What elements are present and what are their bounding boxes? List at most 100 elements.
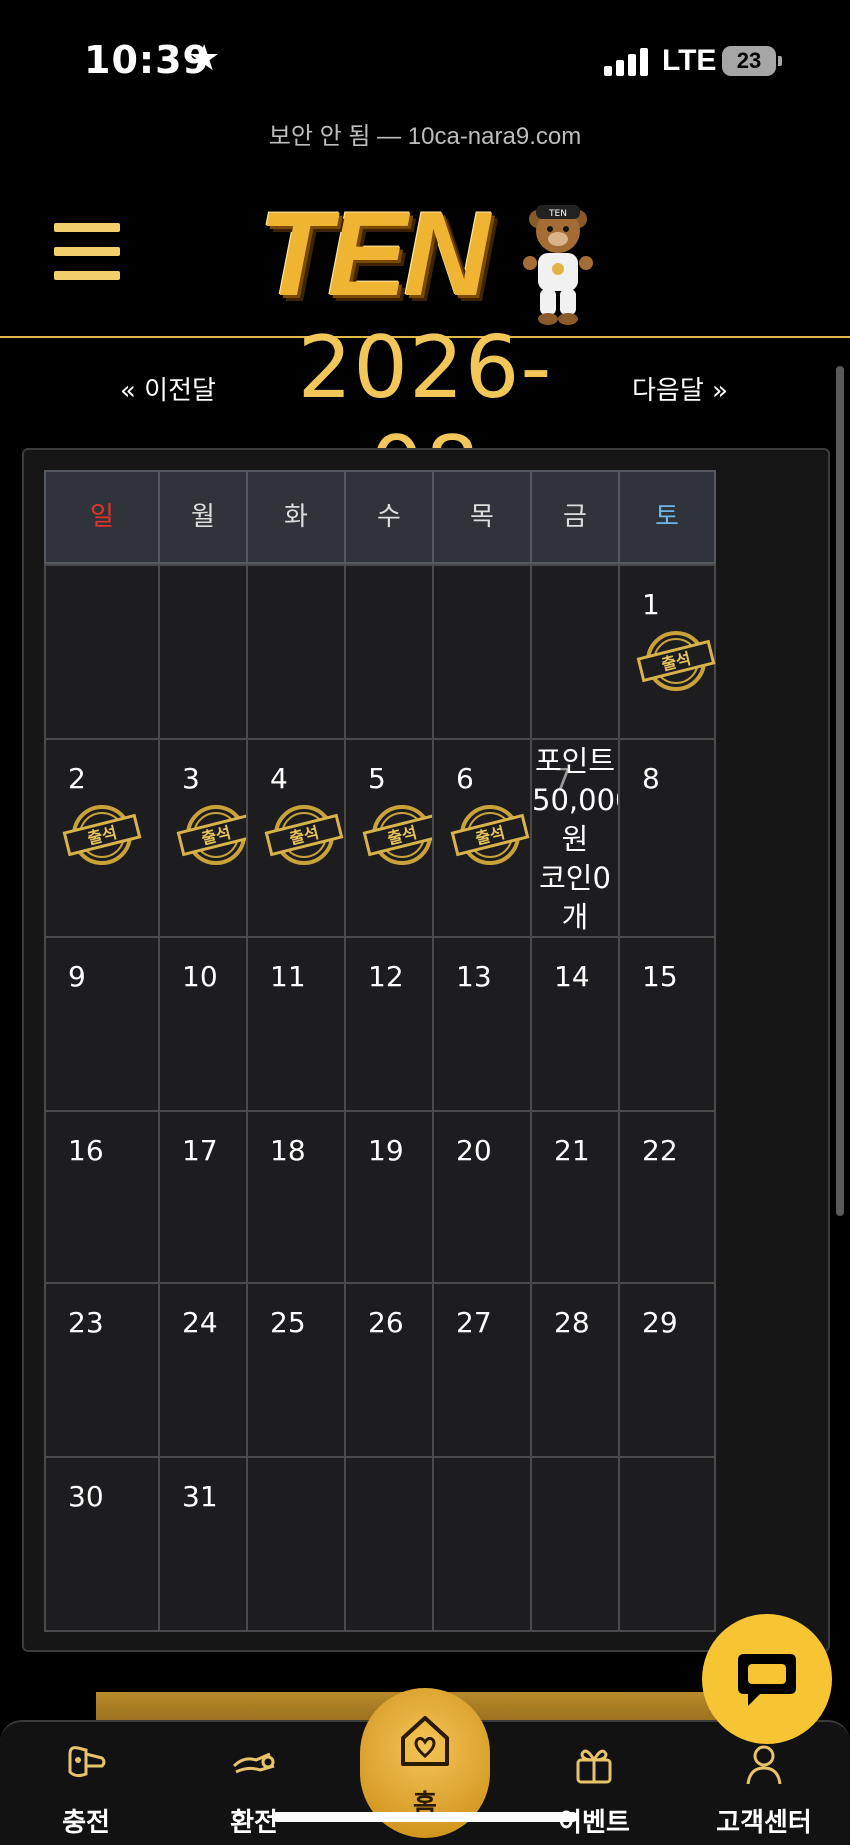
nav-item-event[interactable]: 이벤트 (534, 1722, 654, 1845)
calendar-day-cell[interactable]: 8 (618, 738, 716, 938)
attendance-stamp-icon: 출석 (636, 631, 716, 691)
home-indicator (272, 1812, 578, 1822)
gift-icon (576, 1749, 612, 1784)
calendar-day-cell[interactable]: 27 (432, 1282, 532, 1458)
calendar-day-cell[interactable] (432, 1456, 532, 1632)
location-star-icon: ★ (188, 38, 221, 79)
calendar-day-cell[interactable]: 26 (344, 1282, 434, 1458)
page-scrollbar[interactable] (836, 366, 844, 1216)
support-icon (746, 1745, 782, 1785)
day-number: 18 (270, 1134, 306, 1167)
weekday-header: 금 (530, 470, 620, 564)
day-number: 19 (368, 1134, 404, 1167)
attendance-stamp-icon: 출석 (62, 805, 142, 865)
calendar-day-cell[interactable]: 16 (44, 1110, 160, 1284)
prev-month-link[interactable]: « 이전달 (120, 370, 216, 407)
calendar-day-cell[interactable]: 9 (44, 936, 160, 1112)
calendar-day-cell[interactable]: 20 (432, 1110, 532, 1284)
day-number: 26 (368, 1306, 404, 1339)
calendar-day-cell[interactable] (530, 564, 620, 740)
day-number: 27 (456, 1306, 492, 1339)
reward-line: 50,000 (532, 783, 634, 817)
calendar-day-cell[interactable]: 1 출석 (618, 564, 716, 740)
calendar-day-cell[interactable]: 12 (344, 936, 434, 1112)
attendance-stamp-icon: 출석 (264, 805, 344, 865)
day-number: 4 (270, 762, 288, 795)
calendar-day-cell[interactable] (44, 564, 160, 740)
day-number: 21 (554, 1134, 590, 1167)
bear-mascot-icon: TEN (523, 205, 593, 325)
hamburger-menu-icon[interactable] (54, 223, 120, 281)
calendar-day-cell[interactable] (432, 564, 532, 740)
chat-bubble-icon (738, 1654, 796, 1706)
calendar-day-cell[interactable] (530, 1456, 620, 1632)
calendar-day-cell[interactable]: 6 출석 (432, 738, 532, 938)
day-number: 22 (642, 1134, 678, 1167)
calendar-day-cell[interactable]: 31 (158, 1456, 248, 1632)
day-number: 17 (182, 1134, 218, 1167)
day-number: 30 (68, 1480, 104, 1513)
calendar-day-cell[interactable]: 25 (246, 1282, 346, 1458)
weekday-header: 토 (618, 470, 716, 564)
calendar-day-cell[interactable]: 29 (618, 1282, 716, 1458)
day-number: 23 (68, 1306, 104, 1339)
calendar-day-cell[interactable]: 30 (44, 1456, 160, 1632)
calendar-day-cell[interactable]: 3 출석 (158, 738, 256, 938)
day-number: 11 (270, 960, 306, 993)
calendar-day-cell[interactable]: 17 (158, 1110, 248, 1284)
day-number: 9 (68, 960, 86, 993)
attendance-stamp-icon: 출석 (176, 805, 256, 865)
nav-item-deposit[interactable]: 충전 (26, 1722, 146, 1845)
bear-cap-text: TEN (548, 209, 567, 219)
calendar-day-cell[interactable]: 14 (530, 936, 620, 1112)
calendar-grid: 일 월 화 수 목 금 토 1 출석 2 출석 3 출석 4 출석 5 출석 6 출석 7 포인트 50,000 원 코인0 개… (44, 470, 804, 1632)
nav-item-withdraw[interactable]: 환전 (194, 1722, 314, 1845)
site-logo[interactable]: TEN TEN (258, 175, 598, 325)
day-number: 10 (182, 960, 218, 993)
site-header: TEN TEN (0, 165, 850, 335)
address-bar-url[interactable]: 보안 안 됨 — 10ca-nara9.com (0, 116, 850, 151)
calendar-day-cell[interactable]: 19 (344, 1110, 434, 1284)
weekday-header: 목 (432, 470, 532, 564)
day-number: 15 (642, 960, 678, 993)
calendar-day-cell[interactable]: 22 (618, 1110, 716, 1284)
reward-line: 포인트 (534, 744, 616, 778)
logo-text: TEN (258, 187, 490, 321)
calendar-day-cell[interactable]: 5 출석 (344, 738, 442, 938)
calendar-day-cell[interactable]: 28 (530, 1282, 620, 1458)
calendar-day-cell[interactable] (246, 1456, 346, 1632)
day-number: 28 (554, 1306, 590, 1339)
calendar-day-cell[interactable]: 4 출석 (246, 738, 346, 938)
day-number: 2 (68, 762, 86, 795)
day-number: 31 (182, 1480, 218, 1513)
day-number: 5 (368, 762, 386, 795)
calendar-day-cell[interactable]: 24 (158, 1282, 248, 1458)
calendar-day-cell[interactable]: 23 (44, 1282, 160, 1458)
attendance-stamp-icon: 출석 (450, 805, 530, 865)
calendar-day-cell[interactable]: 13 (432, 936, 532, 1112)
calendar-day-cell[interactable] (344, 564, 434, 740)
calendar-day-cell[interactable]: 18 (246, 1110, 346, 1284)
calendar-day-cell[interactable] (618, 1456, 716, 1632)
day-number: 6 (456, 762, 474, 795)
weekday-header: 수 (344, 470, 434, 564)
calendar-day-cell[interactable]: 11 (246, 936, 346, 1112)
calendar-day-cell[interactable] (344, 1456, 434, 1632)
calendar-day-cell[interactable]: 2 출석 (44, 738, 160, 938)
day-number: 12 (368, 960, 404, 993)
calendar-day-cell[interactable] (246, 564, 346, 740)
signal-icon (604, 48, 648, 76)
day-number: 14 (554, 960, 590, 993)
day-number: 16 (68, 1134, 104, 1167)
calendar-day-cell[interactable]: 21 (530, 1110, 620, 1284)
weekday-header: 월 (158, 470, 248, 564)
calendar-day-cell[interactable] (158, 564, 248, 740)
battery-nub (778, 56, 782, 66)
reward-line: 개 (561, 900, 589, 934)
calendar-day-cell[interactable]: 7 포인트 50,000 원 코인0 개 (530, 738, 634, 938)
reward-line: 코인0 (539, 861, 611, 895)
next-month-link[interactable]: 다음달 » (632, 370, 728, 407)
live-chat-button[interactable] (702, 1614, 832, 1744)
calendar-day-cell[interactable]: 10 (158, 936, 248, 1112)
calendar-day-cell[interactable]: 15 (618, 936, 716, 1112)
